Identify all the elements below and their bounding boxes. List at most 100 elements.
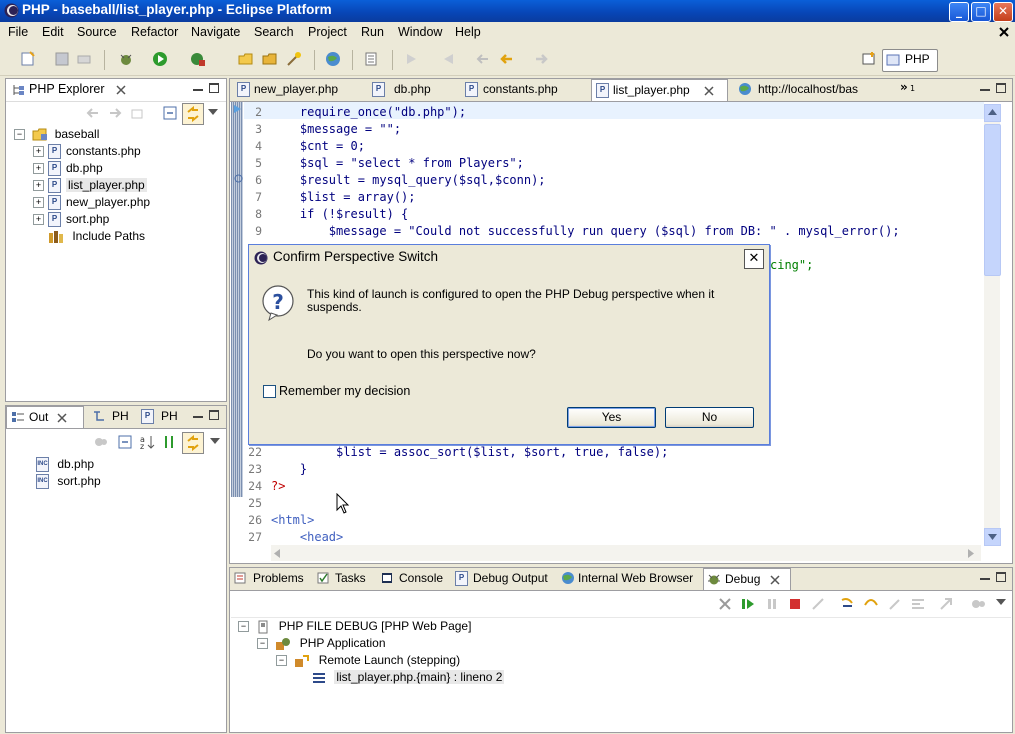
- maximize-button[interactable]: □: [971, 2, 991, 22]
- back-nav-icon[interactable]: [86, 106, 100, 120]
- tab-ph-2[interactable]: P PH: [141, 406, 185, 426]
- up-nav-icon[interactable]: [130, 106, 144, 120]
- tree-file-row[interactable]: + Pdb.php: [33, 160, 103, 177]
- save-icon[interactable]: [54, 51, 70, 67]
- tab-debug-output[interactable]: P Debug Output: [455, 568, 555, 588]
- suspend-icon[interactable]: [765, 597, 779, 611]
- debug-tree-row[interactable]: − Remote Launch (stepping): [276, 652, 460, 669]
- arrow-left-icon[interactable]: [274, 549, 280, 558]
- yes-button[interactable]: Yes: [567, 407, 656, 428]
- collapse-all-icon[interactable]: [163, 106, 177, 120]
- toggle-icon[interactable]: [363, 51, 379, 67]
- debug-tree-row-selected[interactable]: list_player.php.{main} : lineno 2: [312, 669, 505, 686]
- menu-close-icon[interactable]: [998, 26, 1010, 38]
- step-return-icon[interactable]: [887, 597, 903, 611]
- terminate-icon[interactable]: [788, 597, 802, 611]
- expand-icon[interactable]: +: [33, 180, 44, 192]
- expand-icon[interactable]: +: [33, 163, 44, 175]
- sort-az-icon[interactable]: az: [140, 434, 156, 450]
- expand-icon[interactable]: +: [33, 146, 44, 158]
- tab-internal-web-browser[interactable]: Internal Web Browser: [561, 568, 701, 588]
- arrow-right-icon[interactable]: [968, 549, 974, 558]
- code-line-partial[interactable]: cing";: [770, 257, 813, 274]
- open-perspective-icon[interactable]: [861, 51, 877, 67]
- tab-outline[interactable]: Out: [6, 406, 84, 428]
- next-annotation-icon[interactable]: [404, 51, 420, 67]
- editor-tab[interactable]: http://localhost/bas: [738, 79, 898, 99]
- view-menu-icon[interactable]: [210, 438, 220, 446]
- new-icon[interactable]: [20, 51, 36, 67]
- wand-icon[interactable]: [286, 51, 302, 67]
- menu-window[interactable]: Window: [398, 25, 442, 39]
- drop-to-frame-icon[interactable]: [910, 597, 926, 611]
- editor-vscrollbar[interactable]: [984, 104, 1001, 546]
- outline-item[interactable]: INC sort.php: [36, 473, 101, 490]
- open-folder-icon[interactable]: [238, 51, 254, 67]
- tab-ph-1[interactable]: PH: [92, 406, 136, 426]
- collapse-icon[interactable]: −: [276, 655, 287, 667]
- editor-hscrollbar[interactable]: [271, 545, 981, 561]
- collapse-icon[interactable]: −: [14, 129, 25, 141]
- php-perspective-button[interactable]: PHP: [882, 49, 938, 72]
- prev-annotation-icon[interactable]: [440, 51, 456, 67]
- tree-file-row[interactable]: + Psort.php: [33, 211, 109, 228]
- no-button[interactable]: No: [665, 407, 754, 428]
- tree-include-row[interactable]: Include Paths: [48, 228, 145, 245]
- forward-nav-icon[interactable]: [108, 106, 122, 120]
- menu-source[interactable]: Source: [77, 25, 117, 39]
- run-icon[interactable]: [152, 51, 168, 67]
- menu-project[interactable]: Project: [308, 25, 347, 39]
- expand-icon[interactable]: +: [33, 214, 44, 226]
- php-explorer-tab[interactable]: PHP Explorer: [6, 79, 226, 102]
- tree-file-row[interactable]: + Pnew_player.php: [33, 194, 150, 211]
- scroll-thumb[interactable]: [984, 124, 1001, 276]
- code-line[interactable]: $list = assoc_sort($list, $sort, true, f…: [271, 444, 668, 461]
- link-editor-toggle[interactable]: [182, 103, 204, 125]
- debug-icon[interactable]: [118, 51, 134, 67]
- code-line[interactable]: ?>: [271, 478, 285, 495]
- print-icon[interactable]: [76, 51, 92, 67]
- maximize-view-icon[interactable]: [209, 83, 219, 93]
- tab-console[interactable]: Console: [379, 568, 447, 588]
- minimize-view-icon[interactable]: [193, 416, 203, 418]
- tab-tasks[interactable]: Tasks: [315, 568, 375, 588]
- remember-decision-label[interactable]: Remember my decision: [279, 384, 410, 398]
- menu-edit[interactable]: Edit: [42, 25, 64, 39]
- tab-overflow-icon[interactable]: »: [900, 80, 908, 94]
- menu-navigate[interactable]: Navigate: [191, 25, 240, 39]
- view-menu-icon[interactable]: [996, 599, 1006, 607]
- close-tab-icon[interactable]: [770, 575, 780, 585]
- filter-icon[interactable]: [94, 436, 108, 448]
- editor-tab[interactable]: P db.php: [372, 79, 460, 99]
- maximize-view-icon[interactable]: [996, 572, 1006, 582]
- code-line[interactable]: <html>: [271, 512, 314, 529]
- remove-terminated-icon[interactable]: [718, 597, 732, 611]
- code-line[interactable]: $message = "";: [271, 121, 401, 138]
- maximize-view-icon[interactable]: [209, 410, 219, 420]
- editor-tab[interactable]: P constants.php: [465, 79, 585, 99]
- view-menu-icon[interactable]: [208, 109, 218, 117]
- tree-file-row-selected[interactable]: + Plist_player.php: [33, 177, 147, 194]
- resume-icon[interactable]: [741, 597, 755, 611]
- code-line[interactable]: if (!$result) {: [271, 206, 408, 223]
- tab-debug-active[interactable]: Debug: [703, 568, 791, 590]
- tab-problems[interactable]: Problems: [233, 568, 311, 588]
- close-tab-icon[interactable]: [57, 413, 67, 423]
- code-line[interactable]: <head>: [271, 529, 343, 546]
- collapse-all-icon[interactable]: [118, 435, 132, 449]
- code-line[interactable]: $cnt = 0;: [271, 138, 365, 155]
- code-line[interactable]: $message = "Could not successfully run q…: [271, 223, 900, 240]
- maximize-view-icon[interactable]: [996, 83, 1006, 93]
- back-icon[interactable]: [498, 51, 514, 67]
- expand-icon[interactable]: +: [33, 197, 44, 209]
- tree-root[interactable]: − baseball: [14, 126, 99, 143]
- use-step-filters-icon[interactable]: [939, 597, 955, 611]
- last-edit-icon[interactable]: [474, 51, 490, 67]
- code-line[interactable]: }: [271, 461, 307, 478]
- link-editor-toggle[interactable]: [182, 432, 204, 454]
- outline-item[interactable]: INC db.php: [36, 456, 94, 473]
- code-line[interactable]: $sql = "select * from Players";: [271, 155, 524, 172]
- minimize-view-icon[interactable]: [980, 578, 990, 580]
- minimize-view-icon[interactable]: [193, 89, 203, 91]
- step-over-icon[interactable]: [863, 597, 879, 611]
